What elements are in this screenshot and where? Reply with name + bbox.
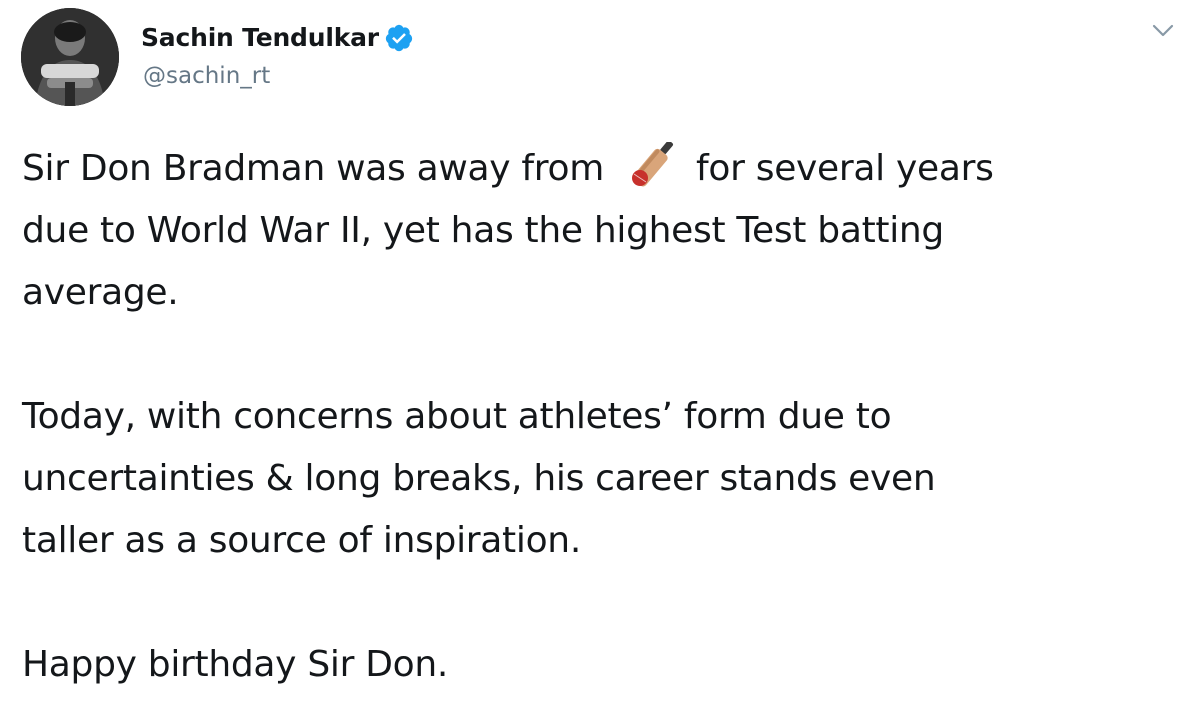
author-handle[interactable]: @sachin_rt xyxy=(143,60,270,92)
tweet-text-line: taller as a source of inspiration. xyxy=(22,520,581,561)
tweet-text-line: Today, with concerns about athletes’ for… xyxy=(22,396,892,437)
tweet-text-line: due to World War II, yet has the highest… xyxy=(22,210,944,251)
tweet-text-line: Happy birthday Sir Don. xyxy=(22,644,449,685)
author-display-name[interactable]: Sachin Tendulkar xyxy=(141,22,379,54)
tweet-paragraph-2: Today, with concerns about athletes’ for… xyxy=(22,386,1182,572)
tweet-paragraph-3: Happy birthday Sir Don. xyxy=(22,634,1182,696)
tweet-paragraph-1: Sir Don Bradman was away from for severa… xyxy=(22,138,1182,324)
tweet-card: Sachin Tendulkar @sachin_rt Sir Don Brad… xyxy=(0,0,1200,704)
tweet-text: Sir Don Bradman was away from for severa… xyxy=(22,138,1182,696)
avatar[interactable] xyxy=(21,8,119,106)
author-name-row[interactable]: Sachin Tendulkar xyxy=(141,22,414,54)
tweet-text-line: average. xyxy=(22,272,179,313)
tweet-text-line: Sir Don Bradman was away from xyxy=(22,148,604,189)
cricket-bat-ball-emoji xyxy=(620,140,686,190)
chevron-down-icon[interactable] xyxy=(1148,18,1178,44)
tweet-text-line: for several years xyxy=(696,148,994,189)
verified-badge-icon xyxy=(384,23,414,53)
tweet-text-line: uncertainties & long breaks, his career … xyxy=(22,458,936,499)
